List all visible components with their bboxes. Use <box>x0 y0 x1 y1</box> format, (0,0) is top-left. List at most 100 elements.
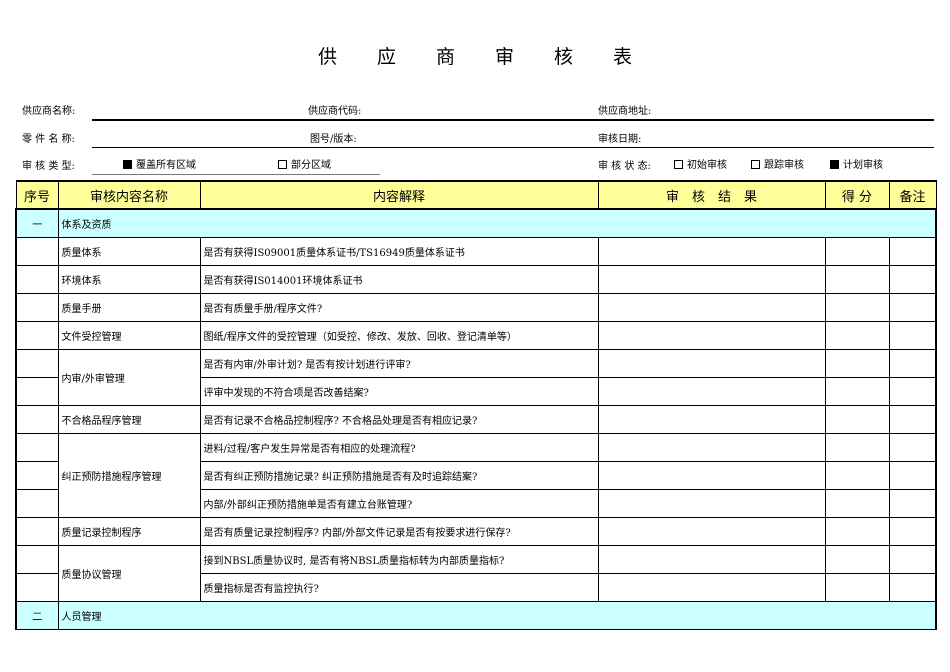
option-label: 覆盖所有区域 <box>136 160 196 171</box>
seq-cell[interactable] <box>15 461 59 490</box>
score-cell[interactable] <box>824 321 890 350</box>
item-detail: 是否有获得IS014001环境体系证书 <box>199 265 599 294</box>
checkbox-checked-icon[interactable] <box>830 160 839 169</box>
item-detail: 是否有质量记录控制程序? 内部/外部文件记录是否有按要求进行保存? <box>199 517 599 546</box>
result-cell[interactable] <box>597 265 826 294</box>
result-cell[interactable] <box>597 237 826 266</box>
remarks-cell[interactable] <box>888 517 937 546</box>
score-cell[interactable] <box>824 545 890 574</box>
checkbox-icon[interactable] <box>278 160 287 169</box>
part-line[interactable] <box>92 147 934 148</box>
remarks-cell[interactable] <box>888 237 937 266</box>
checkbox-icon[interactable] <box>674 160 683 169</box>
item-name: 不合格品程序管理 <box>57 405 201 434</box>
table-row: 纠正预防措施程序管理 进料/过程/客户发生异常是否有相应的处理流程? <box>15 433 937 518</box>
score-cell[interactable] <box>824 433 890 462</box>
part-name-label: 零 件 名 称: <box>22 134 75 145</box>
score-cell[interactable] <box>824 293 890 322</box>
remarks-cell[interactable] <box>888 293 937 322</box>
header-remarks: 备注 <box>888 180 937 210</box>
item-name: 纠正预防措施程序管理 <box>57 433 201 518</box>
score-cell[interactable] <box>824 517 890 546</box>
table-row: 质量记录控制程序 是否有质量记录控制程序? 内部/外部文件记录是否有按要求进行保存… <box>15 517 937 546</box>
remarks-cell[interactable] <box>888 461 937 490</box>
remarks-cell[interactable] <box>888 321 937 350</box>
table-row: 质量手册 是否有质量手册/程序文件? <box>15 293 937 322</box>
table-row: 内审/外审管理 是否有内审/外审计划? 是否有按计划进行评审? <box>15 349 937 406</box>
item-name: 质量协议管理 <box>57 545 201 602</box>
audit-type-line <box>92 174 380 175</box>
header-explanation: 内容解释 <box>199 180 599 210</box>
section-name: 人员管理 <box>57 601 937 630</box>
drawing-version-label: 图号/版本: <box>310 134 357 145</box>
audit-table: 序号 审核内容名称 内容解释 审 核 结 果 得 分 备注 一体系及资质 质量体系… <box>15 180 937 630</box>
status-follow-up[interactable]: 跟踪审核 <box>751 156 804 171</box>
seq-cell[interactable] <box>15 489 59 518</box>
result-cell[interactable] <box>597 293 826 322</box>
table-row: 质量协议管理 接到NBSL质量协议时, 是否有将NBSL质量指标转为内部质量指标? <box>15 545 937 602</box>
seq-cell[interactable] <box>15 405 59 434</box>
table-row: 文件受控管理 图纸/程序文件的受控管理（如受控、修改、发放、回收、登记清单等） <box>15 321 937 350</box>
remarks-cell[interactable] <box>888 405 937 434</box>
seq-cell[interactable] <box>15 265 59 294</box>
remarks-cell[interactable] <box>888 377 937 406</box>
score-cell[interactable] <box>824 377 890 406</box>
seq-cell[interactable] <box>15 573 59 602</box>
score-cell[interactable] <box>824 461 890 490</box>
remarks-cell[interactable] <box>888 349 937 378</box>
item-name: 内审/外审管理 <box>57 349 201 406</box>
remarks-cell[interactable] <box>888 433 937 462</box>
score-cell[interactable] <box>824 405 890 434</box>
supplier-line[interactable] <box>92 119 934 121</box>
score-cell[interactable] <box>824 349 890 378</box>
result-cell[interactable] <box>597 461 826 490</box>
score-cell[interactable] <box>824 489 890 518</box>
result-cell[interactable] <box>597 573 826 602</box>
result-cell[interactable] <box>597 489 826 518</box>
score-cell[interactable] <box>824 573 890 602</box>
seq-cell[interactable] <box>15 349 59 378</box>
audit-date-label: 审核日期: <box>598 134 642 145</box>
seq-cell[interactable] <box>15 293 59 322</box>
result-cell[interactable] <box>597 517 826 546</box>
result-cell[interactable] <box>597 405 826 434</box>
item-name: 质量记录控制程序 <box>57 517 201 546</box>
seq-cell[interactable] <box>15 321 59 350</box>
status-initial[interactable]: 初始审核 <box>674 156 727 171</box>
audit-type-label: 审 核 类 型: <box>22 161 75 172</box>
score-cell[interactable] <box>824 237 890 266</box>
result-cell[interactable] <box>597 349 826 378</box>
section-name: 体系及资质 <box>57 208 937 238</box>
seq-cell[interactable] <box>15 237 59 266</box>
option-label: 部分区域 <box>291 160 331 171</box>
seq-cell[interactable] <box>15 517 59 546</box>
item-detail: 进料/过程/客户发生异常是否有相应的处理流程? <box>199 433 599 462</box>
item-detail: 图纸/程序文件的受控管理（如受控、修改、发放、回收、登记清单等） <box>199 321 599 350</box>
remarks-cell[interactable] <box>888 573 937 602</box>
score-cell[interactable] <box>824 265 890 294</box>
seq-cell[interactable] <box>15 377 59 406</box>
remarks-cell[interactable] <box>888 545 937 574</box>
audit-type-all-areas[interactable]: 覆盖所有区域 <box>123 156 196 171</box>
result-cell[interactable] <box>597 377 826 406</box>
item-name: 质量手册 <box>57 293 201 322</box>
item-detail: 接到NBSL质量协议时, 是否有将NBSL质量指标转为内部质量指标? <box>199 545 599 574</box>
item-name: 质量体系 <box>57 237 201 266</box>
checkbox-checked-icon[interactable] <box>123 160 132 169</box>
result-cell[interactable] <box>597 545 826 574</box>
remarks-cell[interactable] <box>888 265 937 294</box>
result-cell[interactable] <box>597 433 826 462</box>
audit-type-partial[interactable]: 部分区域 <box>278 156 331 171</box>
seq-cell[interactable] <box>15 433 59 462</box>
remarks-cell[interactable] <box>888 489 937 518</box>
section-seq: 二 <box>15 601 59 630</box>
supplier-address-label: 供应商地址: <box>598 106 652 117</box>
status-planned[interactable]: 计划审核 <box>830 156 883 171</box>
header-result: 审 核 结 果 <box>597 180 826 210</box>
checkbox-icon[interactable] <box>751 160 760 169</box>
item-detail: 是否有纠正预防措施记录? 纠正预防措施是否有及时追踪结案? <box>199 461 599 490</box>
table-header: 序号 审核内容名称 内容解释 审 核 结 果 得 分 备注 <box>15 180 937 210</box>
result-cell[interactable] <box>597 321 826 350</box>
section-seq: 一 <box>15 208 59 238</box>
seq-cell[interactable] <box>15 545 59 574</box>
